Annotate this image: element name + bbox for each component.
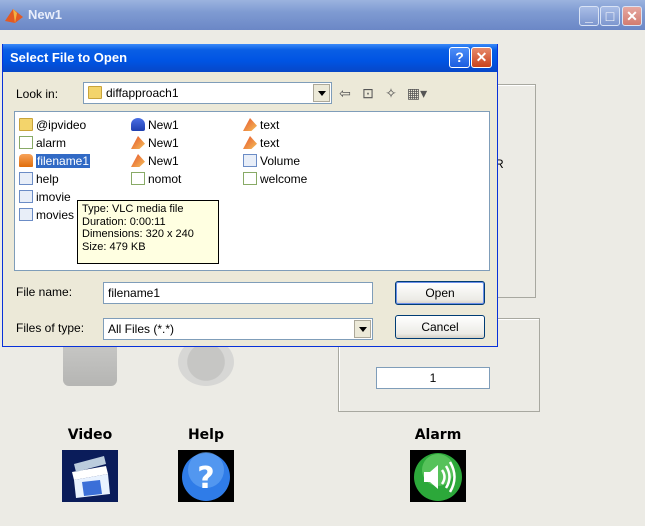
tooltip-type: Type: VLC media file [82, 203, 184, 215]
matlab-icon [5, 9, 23, 23]
view-menu-icon[interactable]: ▦▾ [405, 84, 429, 102]
main-window-title: New1 [28, 7, 62, 22]
folder-icon [88, 86, 102, 99]
list-item[interactable]: New1 [131, 135, 179, 151]
list-item[interactable]: nomot [131, 171, 181, 187]
list-item[interactable]: welcome [243, 171, 307, 187]
list-item[interactable]: text [243, 135, 279, 151]
file-name: imovie [36, 190, 71, 204]
dialog-close-button[interactable]: ✕ [471, 47, 492, 68]
svg-text:?: ? [197, 461, 214, 496]
files-of-type-dropdown[interactable]: All Files (*.*) [103, 318, 373, 340]
matlab-figure-icon [243, 118, 257, 131]
file-name-input[interactable]: filename1 [103, 282, 373, 304]
alarm-label: Alarm [414, 427, 462, 443]
list-item[interactable]: Volume [243, 153, 300, 169]
folder-icon [19, 118, 33, 131]
m-file-icon [243, 172, 257, 185]
m-file-icon [19, 136, 33, 149]
up-folder-icon[interactable]: ⊡ [359, 84, 377, 102]
list-item[interactable]: text [243, 117, 279, 133]
list-item[interactable]: New1 [131, 153, 179, 169]
close-icon: ✕ [626, 8, 638, 24]
tooltip-dimensions: Dimensions: 320 x 240 [82, 228, 194, 240]
file-name: welcome [260, 172, 308, 186]
new-folder-icon[interactable]: ✧ [382, 84, 400, 102]
tooltip-duration: Duration: 0:00:11 [82, 215, 166, 228]
file-name: New1 [148, 154, 179, 168]
file-name: alarm [36, 136, 67, 150]
file-name: New1 [148, 118, 179, 132]
list-item[interactable]: imovie [19, 189, 71, 205]
main-titlebar: New1 _ □ ✕ [0, 0, 645, 30]
cancel-button[interactable]: Cancel [395, 315, 485, 339]
list-item[interactable]: @ipvideo [19, 117, 86, 133]
select-file-dialog: Select File to Open ? ✕ Look in: diffapp… [2, 44, 498, 347]
list-item[interactable]: alarm [19, 135, 66, 151]
help-button[interactable]: ? [178, 450, 234, 502]
lab-file-icon [131, 118, 145, 131]
list-item[interactable]: New1 [131, 117, 179, 133]
m-file-icon [131, 172, 145, 185]
chevron-down-icon[interactable] [313, 84, 330, 102]
matlab-figure-icon [131, 136, 145, 149]
files-of-type-value: All Files (*.*) [108, 322, 175, 336]
file-name: New1 [148, 136, 179, 150]
video-button[interactable] [62, 450, 118, 502]
look-in-dropdown[interactable]: diffapproach1 [83, 82, 332, 104]
file-name: @ipvideo [36, 118, 87, 132]
alarm-button[interactable] [410, 450, 466, 502]
html-file-icon [243, 154, 257, 167]
file-name: text [260, 118, 280, 132]
open-button[interactable]: Open [395, 281, 485, 305]
file-name: text [260, 136, 280, 150]
help-label: Help [187, 427, 225, 443]
file-name: movies [36, 208, 75, 222]
html-file-icon [19, 208, 33, 221]
file-name: help [36, 172, 59, 186]
list-item[interactable]: movies [19, 207, 74, 223]
video-label: Video [67, 427, 113, 443]
files-of-type-label: Files of type: [16, 321, 85, 335]
matlab-figure-icon [243, 136, 257, 149]
main-close-button[interactable]: ✕ [622, 6, 642, 26]
file-name: filename1 [36, 154, 91, 168]
html-file-icon [19, 190, 33, 203]
vlc-icon [19, 154, 33, 167]
file-info-tooltip: Type: VLC media file Duration: 0:00:11 D… [77, 200, 219, 264]
help-icon: ? [455, 49, 464, 65]
chevron-down-icon[interactable] [354, 320, 371, 338]
minimize-button[interactable]: _ [579, 6, 599, 26]
matlab-figure-icon [131, 154, 145, 167]
maximize-icon: □ [605, 8, 615, 24]
tooltip-size: Size: 479 KB [82, 240, 146, 253]
counter-field[interactable]: 1 [376, 367, 490, 389]
list-item-selected[interactable]: filename1 [19, 153, 91, 169]
look-in-label: Look in: [16, 87, 59, 101]
dialog-titlebar: Select File to Open ? ✕ [3, 44, 497, 72]
close-icon: ✕ [475, 49, 488, 65]
look-in-value: diffapproach1 [106, 86, 179, 100]
display-panel [495, 84, 536, 298]
speaker-icon [410, 450, 466, 502]
file-name: nomot [148, 172, 182, 186]
minimize-icon: _ [585, 8, 593, 24]
dialog-help-button[interactable]: ? [449, 47, 470, 68]
clapperboard-icon [62, 450, 118, 502]
maximize-button[interactable]: □ [600, 6, 620, 26]
file-name-label: File name: [16, 285, 73, 299]
file-name: Volume [260, 154, 301, 168]
back-arrow-icon[interactable]: ⇦ [336, 84, 354, 102]
dialog-title: Select File to Open [10, 50, 128, 65]
list-item[interactable]: help [19, 171, 59, 187]
help-icon: ? [178, 450, 234, 502]
html-file-icon [19, 172, 33, 185]
